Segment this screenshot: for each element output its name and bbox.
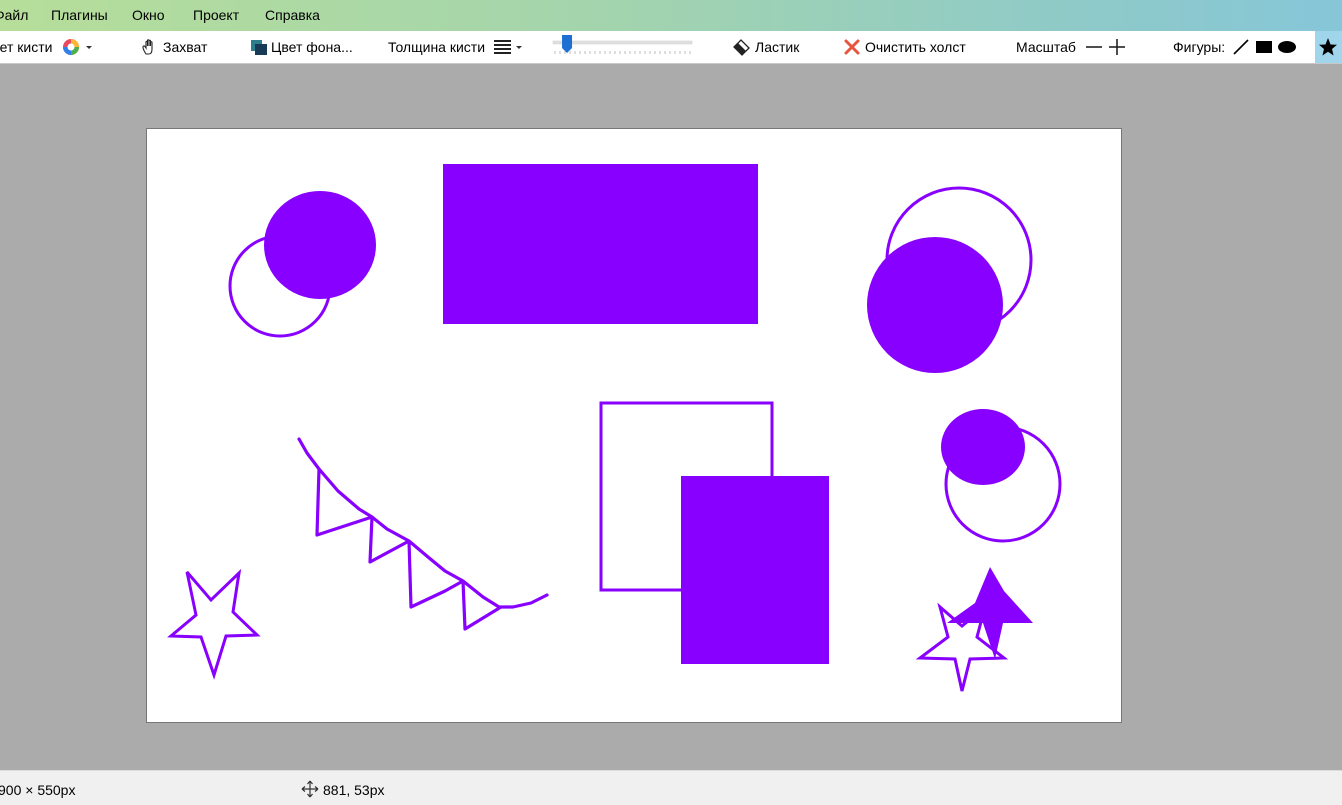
bg-color-button[interactable]: Цвет фона...: [250, 38, 353, 56]
slider-track: [552, 35, 693, 54]
line-thickness-icon: [494, 40, 523, 54]
canvas-drawing: [167, 164, 1062, 692]
layers-color-icon: [251, 40, 267, 55]
menu-project[interactable]: Проект: [193, 7, 239, 23]
grab-label: Захват: [163, 39, 208, 55]
slider-thumb[interactable]: [562, 35, 573, 53]
color-wheel-icon: [63, 39, 93, 55]
zoom-label: Масштаб: [1016, 39, 1076, 55]
bg-color-label: Цвет фона...: [271, 39, 353, 55]
menu-plugins[interactable]: Плагины: [51, 7, 108, 23]
filled-circle: [941, 409, 1025, 485]
brush-color-label: Цвет кисти: [0, 39, 53, 55]
ellipse-shape-icon[interactable]: [1277, 38, 1297, 56]
menu-bar: Файл Плагины Окно Проект Справка: [0, 0, 1342, 31]
cursor-position-readout: 881, 53px: [323, 782, 385, 798]
filled-rectangle: [443, 164, 758, 324]
star-shape-button[interactable]: [1315, 31, 1342, 63]
line-shape-icon[interactable]: [1232, 38, 1250, 56]
shapes-label: Фигуры:: [1173, 39, 1226, 55]
menu-file[interactable]: Файл: [0, 7, 28, 23]
outline-star: [167, 568, 261, 680]
freehand-bunting: [297, 437, 549, 631]
menu-window[interactable]: Окно: [132, 7, 165, 23]
close-icon: [844, 39, 860, 55]
star-shape-icon: [1319, 38, 1337, 56]
zoom-out-icon[interactable]: [1085, 38, 1103, 56]
rectangle-shape-icon[interactable]: [1255, 38, 1273, 56]
status-bar: 900 × 550px 881, 53px: [0, 770, 1342, 805]
eraser-button[interactable]: Ластик: [733, 38, 799, 56]
thickness-button[interactable]: Толщина кисти: [388, 38, 525, 56]
eraser-label: Ластик: [755, 39, 800, 55]
filled-circle: [264, 191, 376, 299]
thickness-slider[interactable]: [549, 34, 695, 60]
grab-button[interactable]: Захват: [141, 38, 207, 56]
zoom-in-icon[interactable]: [1108, 38, 1126, 56]
move-cursor-icon: [301, 780, 319, 798]
zoom-control: Масштаб: [1016, 38, 1126, 56]
clear-canvas-button[interactable]: Очистить холст: [843, 38, 966, 56]
hand-icon: [142, 39, 153, 55]
thickness-label: Толщина кисти: [388, 39, 486, 55]
filled-circle: [867, 237, 1003, 373]
menu-help[interactable]: Справка: [265, 7, 320, 23]
brush-color-button[interactable]: Цвет кисти: [0, 38, 96, 56]
eraser-icon: [733, 39, 750, 56]
shapes-group: Фигуры:: [1173, 38, 1297, 56]
canvas-size-readout: 900 × 550px: [0, 782, 76, 798]
toolbar: Цвет кисти Захват Цвет фона... Толщина к…: [0, 31, 1342, 64]
filled-star: [947, 567, 1033, 659]
filled-rectangle: [681, 476, 829, 664]
drawing-canvas[interactable]: [146, 128, 1122, 723]
clear-canvas-label: Очистить холст: [865, 39, 966, 55]
